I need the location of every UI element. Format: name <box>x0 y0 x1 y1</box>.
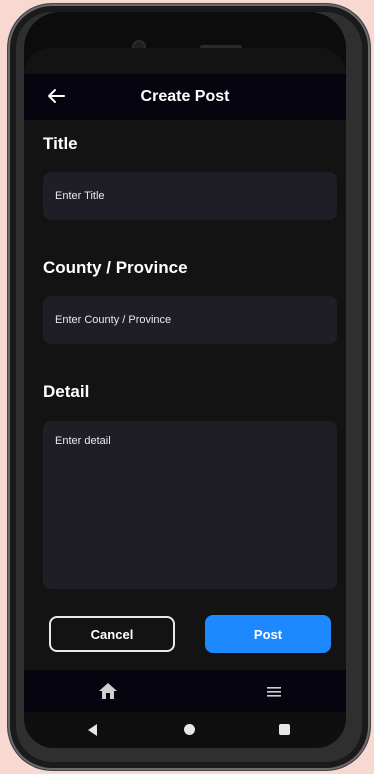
app-bar: Create Post <box>24 74 346 120</box>
home-icon[interactable] <box>98 682 118 700</box>
app-screen: Create Post Title Enter Title County / P… <box>24 48 346 748</box>
detail-placeholder: Enter detail <box>55 435 111 447</box>
bottom-nav <box>24 670 346 712</box>
menu-icon[interactable] <box>267 685 281 697</box>
title-label: Title <box>43 134 78 153</box>
title-input[interactable]: Enter Title <box>43 172 337 220</box>
post-button[interactable]: Post <box>205 615 331 653</box>
back-triangle-icon[interactable] <box>88 724 97 736</box>
detail-label: Detail <box>43 382 90 401</box>
detail-textarea[interactable]: Enter detail <box>43 421 337 589</box>
county-label: County / Province <box>43 258 188 277</box>
county-placeholder: Enter County / Province <box>55 314 172 326</box>
system-nav-bar <box>24 712 346 748</box>
recent-square-icon[interactable] <box>279 724 290 735</box>
cancel-button[interactable]: Cancel <box>49 616 175 652</box>
back-arrow-icon[interactable] <box>44 84 68 108</box>
page-title: Create Post <box>140 88 230 105</box>
home-circle-icon[interactable] <box>184 724 195 735</box>
county-input[interactable]: Enter County / Province <box>43 296 337 344</box>
title-placeholder: Enter Title <box>55 190 105 202</box>
